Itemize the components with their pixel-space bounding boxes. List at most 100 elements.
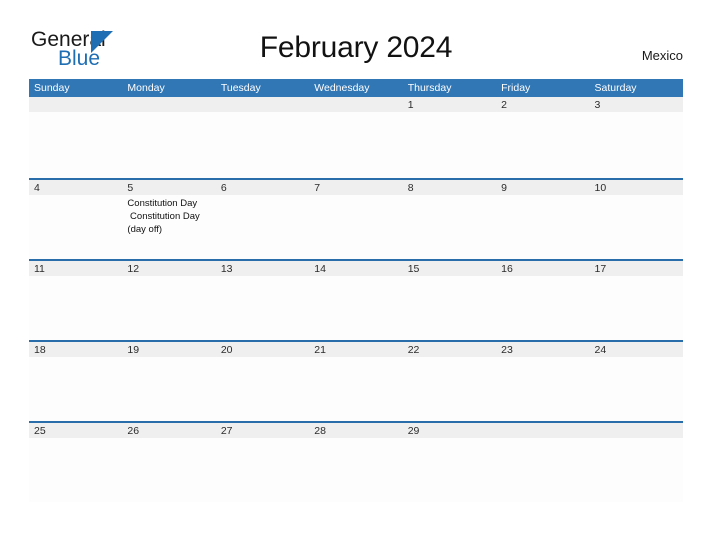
day-cell-empty — [215, 97, 310, 176]
week-row: 11 12 13 14 15 16 17 — [29, 259, 683, 340]
event-text: Constitution Day — [127, 198, 198, 209]
day-number-band — [496, 180, 590, 195]
day-number-band — [496, 97, 590, 112]
day-number: 1 — [407, 99, 414, 111]
day-number: 18 — [34, 344, 46, 356]
day-number: 6 — [220, 182, 227, 194]
day-cell[interactable]: 16 — [496, 261, 590, 340]
day-number-band — [215, 180, 310, 195]
weekday-header-sunday: Sunday — [34, 82, 70, 94]
day-cell[interactable]: 22 — [402, 342, 497, 421]
day-cell[interactable]: 20 — [215, 342, 310, 421]
day-cell[interactable]: 21 — [309, 342, 403, 421]
weekday-header-saturday: Saturday — [594, 82, 637, 94]
day-number-band — [496, 423, 590, 438]
day-cell-empty — [589, 423, 683, 502]
calendar-weeks: 1 2 3 4 5 Constitution Day Constitution Day (d… — [29, 97, 683, 502]
day-cell[interactable]: 8 — [402, 180, 497, 259]
day-cell[interactable]: 9 — [496, 180, 590, 259]
day-cell[interactable]: 14 — [309, 261, 403, 340]
day-cell[interactable]: 10 — [589, 180, 683, 259]
day-cell[interactable]: 5 Constitution Day Constitution Day (day o… — [122, 180, 216, 259]
day-number-band — [589, 97, 683, 112]
day-number: 9 — [501, 182, 507, 194]
day-cell[interactable]: 7 — [309, 180, 403, 259]
day-cell[interactable]: 18 — [29, 342, 123, 421]
day-cell-empty — [122, 97, 216, 176]
event-text: (day off) — [127, 224, 163, 235]
day-number-band — [215, 97, 310, 112]
weekday-header-wednesday: Wednesday — [314, 82, 370, 94]
event-list: Constitution Day Constitution Day (day of… — [127, 197, 215, 236]
weekday-header-friday: Friday — [501, 82, 531, 94]
day-number: 27 — [220, 425, 233, 437]
page-header: General Blue February 2024 Mexico — [0, 0, 712, 78]
day-number-band — [402, 180, 497, 195]
weekday-header-thursday: Thursday — [407, 82, 452, 94]
week-row: 25 26 27 28 29 — [29, 421, 683, 502]
day-number: 25 — [34, 425, 46, 437]
week-row: 18 19 20 21 22 23 24 — [29, 340, 683, 421]
day-number: 23 — [501, 344, 513, 356]
day-number: 12 — [127, 263, 140, 275]
day-number-band — [29, 180, 123, 195]
day-cell[interactable]: 13 — [215, 261, 310, 340]
day-number: 4 — [34, 182, 40, 194]
day-number: 2 — [501, 99, 507, 111]
day-cell[interactable]: 29 — [402, 423, 497, 502]
day-number: 11 — [34, 263, 45, 275]
day-cell-empty — [29, 97, 123, 176]
day-number-band — [589, 423, 683, 438]
day-cell-empty — [496, 423, 590, 502]
day-cell[interactable]: 28 — [309, 423, 403, 502]
day-cell[interactable]: 4 — [29, 180, 123, 259]
day-number: 14 — [314, 263, 326, 275]
day-number-band — [402, 97, 497, 112]
day-number: 8 — [407, 182, 414, 194]
day-number: 13 — [220, 263, 233, 275]
day-number: 28 — [314, 425, 326, 437]
day-number: 20 — [220, 344, 233, 356]
day-number: 24 — [594, 344, 607, 356]
day-number: 15 — [407, 263, 420, 275]
day-cell[interactable]: 1 — [402, 97, 497, 176]
day-number-band — [122, 180, 216, 195]
day-number: 16 — [501, 263, 513, 275]
day-cell[interactable]: 6 — [215, 180, 310, 259]
day-cell[interactable]: 2 — [496, 97, 590, 176]
country-label: Mexico — [641, 48, 683, 63]
event-text: Constitution Day — [127, 211, 200, 222]
day-number: 29 — [407, 425, 420, 437]
day-number: 22 — [407, 344, 420, 356]
calendar-page: General Blue February 2024 Mexico Sunday… — [0, 0, 712, 550]
day-cell[interactable]: 17 — [589, 261, 683, 340]
day-cell[interactable]: 15 — [402, 261, 497, 340]
day-cell-empty — [309, 97, 403, 176]
page-title: February 2024 — [259, 31, 453, 64]
day-number: 10 — [594, 182, 607, 194]
day-cell[interactable]: 26 — [122, 423, 216, 502]
day-cell[interactable]: 23 — [496, 342, 590, 421]
day-number: 26 — [127, 425, 140, 437]
day-cell[interactable]: 3 — [589, 97, 683, 176]
day-cell[interactable]: 12 — [122, 261, 216, 340]
day-cell[interactable]: 11 — [29, 261, 123, 340]
calendar-grid: Sunday Monday Tuesday Wednesday Thursday Frid… — [29, 79, 683, 502]
day-cell[interactable]: 25 — [29, 423, 123, 502]
day-number-band — [309, 97, 403, 112]
day-number-band — [29, 97, 123, 112]
week-row: 1 2 3 — [29, 97, 683, 178]
day-number: 5 — [127, 182, 134, 194]
weekday-header-monday: Monday — [127, 82, 165, 94]
day-number: 3 — [594, 99, 601, 111]
weekday-header-tuesday: Tuesday — [220, 82, 261, 94]
day-cell[interactable]: 24 — [589, 342, 683, 421]
day-number: 19 — [127, 344, 140, 356]
week-row: 4 5 Constitution Day Constitution Day (day … — [29, 178, 683, 259]
day-number: 7 — [314, 182, 321, 194]
day-cell[interactable]: 27 — [215, 423, 310, 502]
day-number: 17 — [594, 263, 607, 275]
day-cell[interactable]: 19 — [122, 342, 216, 421]
day-number-band — [309, 180, 403, 195]
day-number: 21 — [314, 344, 326, 356]
